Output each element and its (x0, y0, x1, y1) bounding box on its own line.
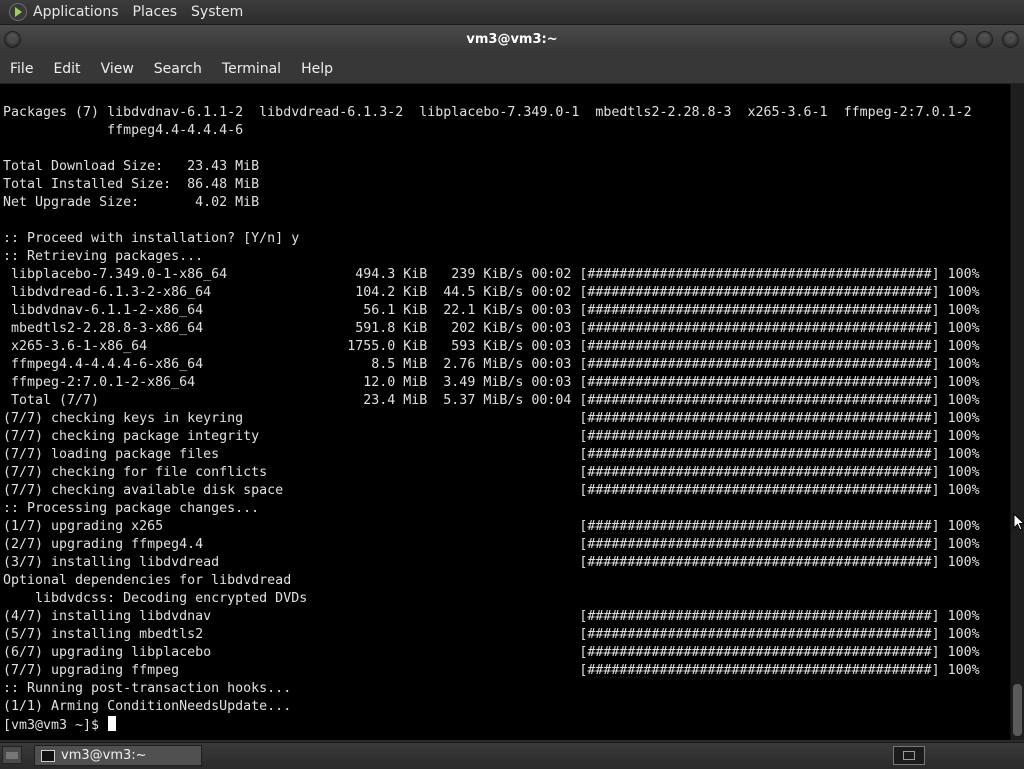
terminal-line: Total (7/7) 23.4 MiB 5.37 MiB/s 00:04 [#… (3, 393, 980, 408)
terminal-line: :: Proceed with installation? [Y/n] y (3, 231, 300, 246)
shell-prompt: [vm3@vm3 ~]$ (3, 718, 108, 733)
terminal-line: Total Download Size: 23.43 MiB (3, 159, 260, 174)
terminal-line: mbedtls2-2.28.8-3-x86_64 591.8 KiB 202 K… (3, 321, 980, 336)
minimize-icon[interactable] (950, 31, 967, 48)
terminal-line: libplacebo-7.349.0-1-x86_64 494.3 KiB 23… (3, 267, 980, 282)
terminal-line: :: Retrieving packages... (3, 249, 204, 264)
scrollbar-thumb[interactable] (1013, 684, 1022, 736)
terminal-line: libdvdnav-6.1.1-2-x86_64 56.1 KiB 22.1 K… (3, 303, 980, 318)
terminal-line: (4/7) installing libdvdnav [############… (3, 609, 980, 624)
terminal-line: Net Upgrade Size: 4.02 MiB (3, 195, 260, 210)
window-titlebar[interactable]: vm3@vm3:~ (0, 25, 1024, 55)
terminal-line: (7/7) checking keys in keyring [########… (3, 411, 980, 426)
system-menu[interactable]: System (185, 4, 251, 20)
maximize-icon[interactable] (976, 31, 993, 48)
terminal-line: libdvdcss: Decoding encrypted DVDs (3, 591, 308, 606)
menu-help[interactable]: Help (291, 61, 343, 77)
terminal-line: (7/7) checking package integrity [######… (3, 429, 980, 444)
terminal-output[interactable]: Packages (7) libdvdnav-6.1.1-2 libdvdrea… (0, 84, 1010, 740)
terminal-line: (7/7) checking available disk space [###… (3, 483, 980, 498)
terminal-icon (41, 749, 55, 762)
menu-terminal[interactable]: Terminal (212, 61, 291, 77)
menu-search[interactable]: Search (144, 61, 212, 77)
menubar: File Edit View Search Terminal Help (0, 55, 1024, 84)
terminal-line: :: Running post-transaction hooks... (3, 681, 292, 696)
terminal-line: (1/1) Arming ConditionNeedsUpdate... (3, 699, 292, 714)
window-title: vm3@vm3:~ (466, 32, 558, 47)
terminal-line: Optional dependencies for libdvdread (3, 573, 292, 588)
terminal-line: libdvdread-6.1.3-2-x86_64 104.2 KiB 44.5… (3, 285, 980, 300)
terminal-line: (5/7) installing mbedtls2 [#############… (3, 627, 980, 642)
workspace-switcher-icon[interactable] (893, 746, 925, 765)
menu-edit[interactable]: Edit (43, 61, 90, 77)
menu-view[interactable]: View (91, 61, 144, 77)
top-panel: Applications Places System (0, 0, 1024, 25)
terminal-line: (7/7) checking for file conflicts [#####… (3, 465, 980, 480)
terminal-line: x265-3.6-1-x86_64 1755.0 KiB 593 KiB/s 0… (3, 339, 980, 354)
terminal-line: (2/7) upgrading ffmpeg4.4 [#############… (3, 537, 980, 552)
terminal-line: ffmpeg4.4-4.4.4-6-x86_64 8.5 MiB 2.76 Mi… (3, 357, 980, 372)
terminal-text: Packages (7) libdvdnav-6.1.1-2 libdvdrea… (3, 104, 980, 735)
terminal-line: Total Installed Size: 86.48 MiB (3, 177, 260, 192)
terminal-line: (7/7) loading package files [###########… (3, 447, 980, 462)
close-icon[interactable] (1002, 31, 1019, 48)
text-cursor (108, 716, 117, 731)
show-desktop-icon[interactable] (2, 746, 22, 764)
app-logo-icon[interactable] (9, 3, 27, 21)
taskbar-window-button[interactable]: vm3@vm3:~ (34, 745, 202, 766)
terminal-line: (1/7) upgrading x265 [##################… (3, 519, 980, 534)
taskbar-window-label: vm3@vm3:~ (61, 748, 147, 763)
terminal-scrollbar[interactable] (1010, 84, 1024, 740)
places-menu[interactable]: Places (127, 4, 186, 20)
menu-file[interactable]: File (0, 61, 43, 77)
terminal-line: :: Processing package changes... (3, 501, 260, 516)
terminal-line: (6/7) upgrading libplacebo [############… (3, 645, 980, 660)
applications-menu[interactable]: Applications (31, 4, 127, 20)
terminal-line: Packages (7) libdvdnav-6.1.1-2 libdvdrea… (3, 105, 972, 120)
terminal-line: (7/7) upgrading ffmpeg [################… (3, 663, 980, 678)
terminal-line: ffmpeg-2:7.0.1-2-x86_64 12.0 MiB 3.49 Mi… (3, 375, 980, 390)
bottom-panel: vm3@vm3:~ (0, 742, 1024, 769)
terminal-line: ffmpeg4.4-4.4.4-6 (3, 123, 244, 138)
terminal-line: (3/7) installing libdvdread [###########… (3, 555, 980, 570)
